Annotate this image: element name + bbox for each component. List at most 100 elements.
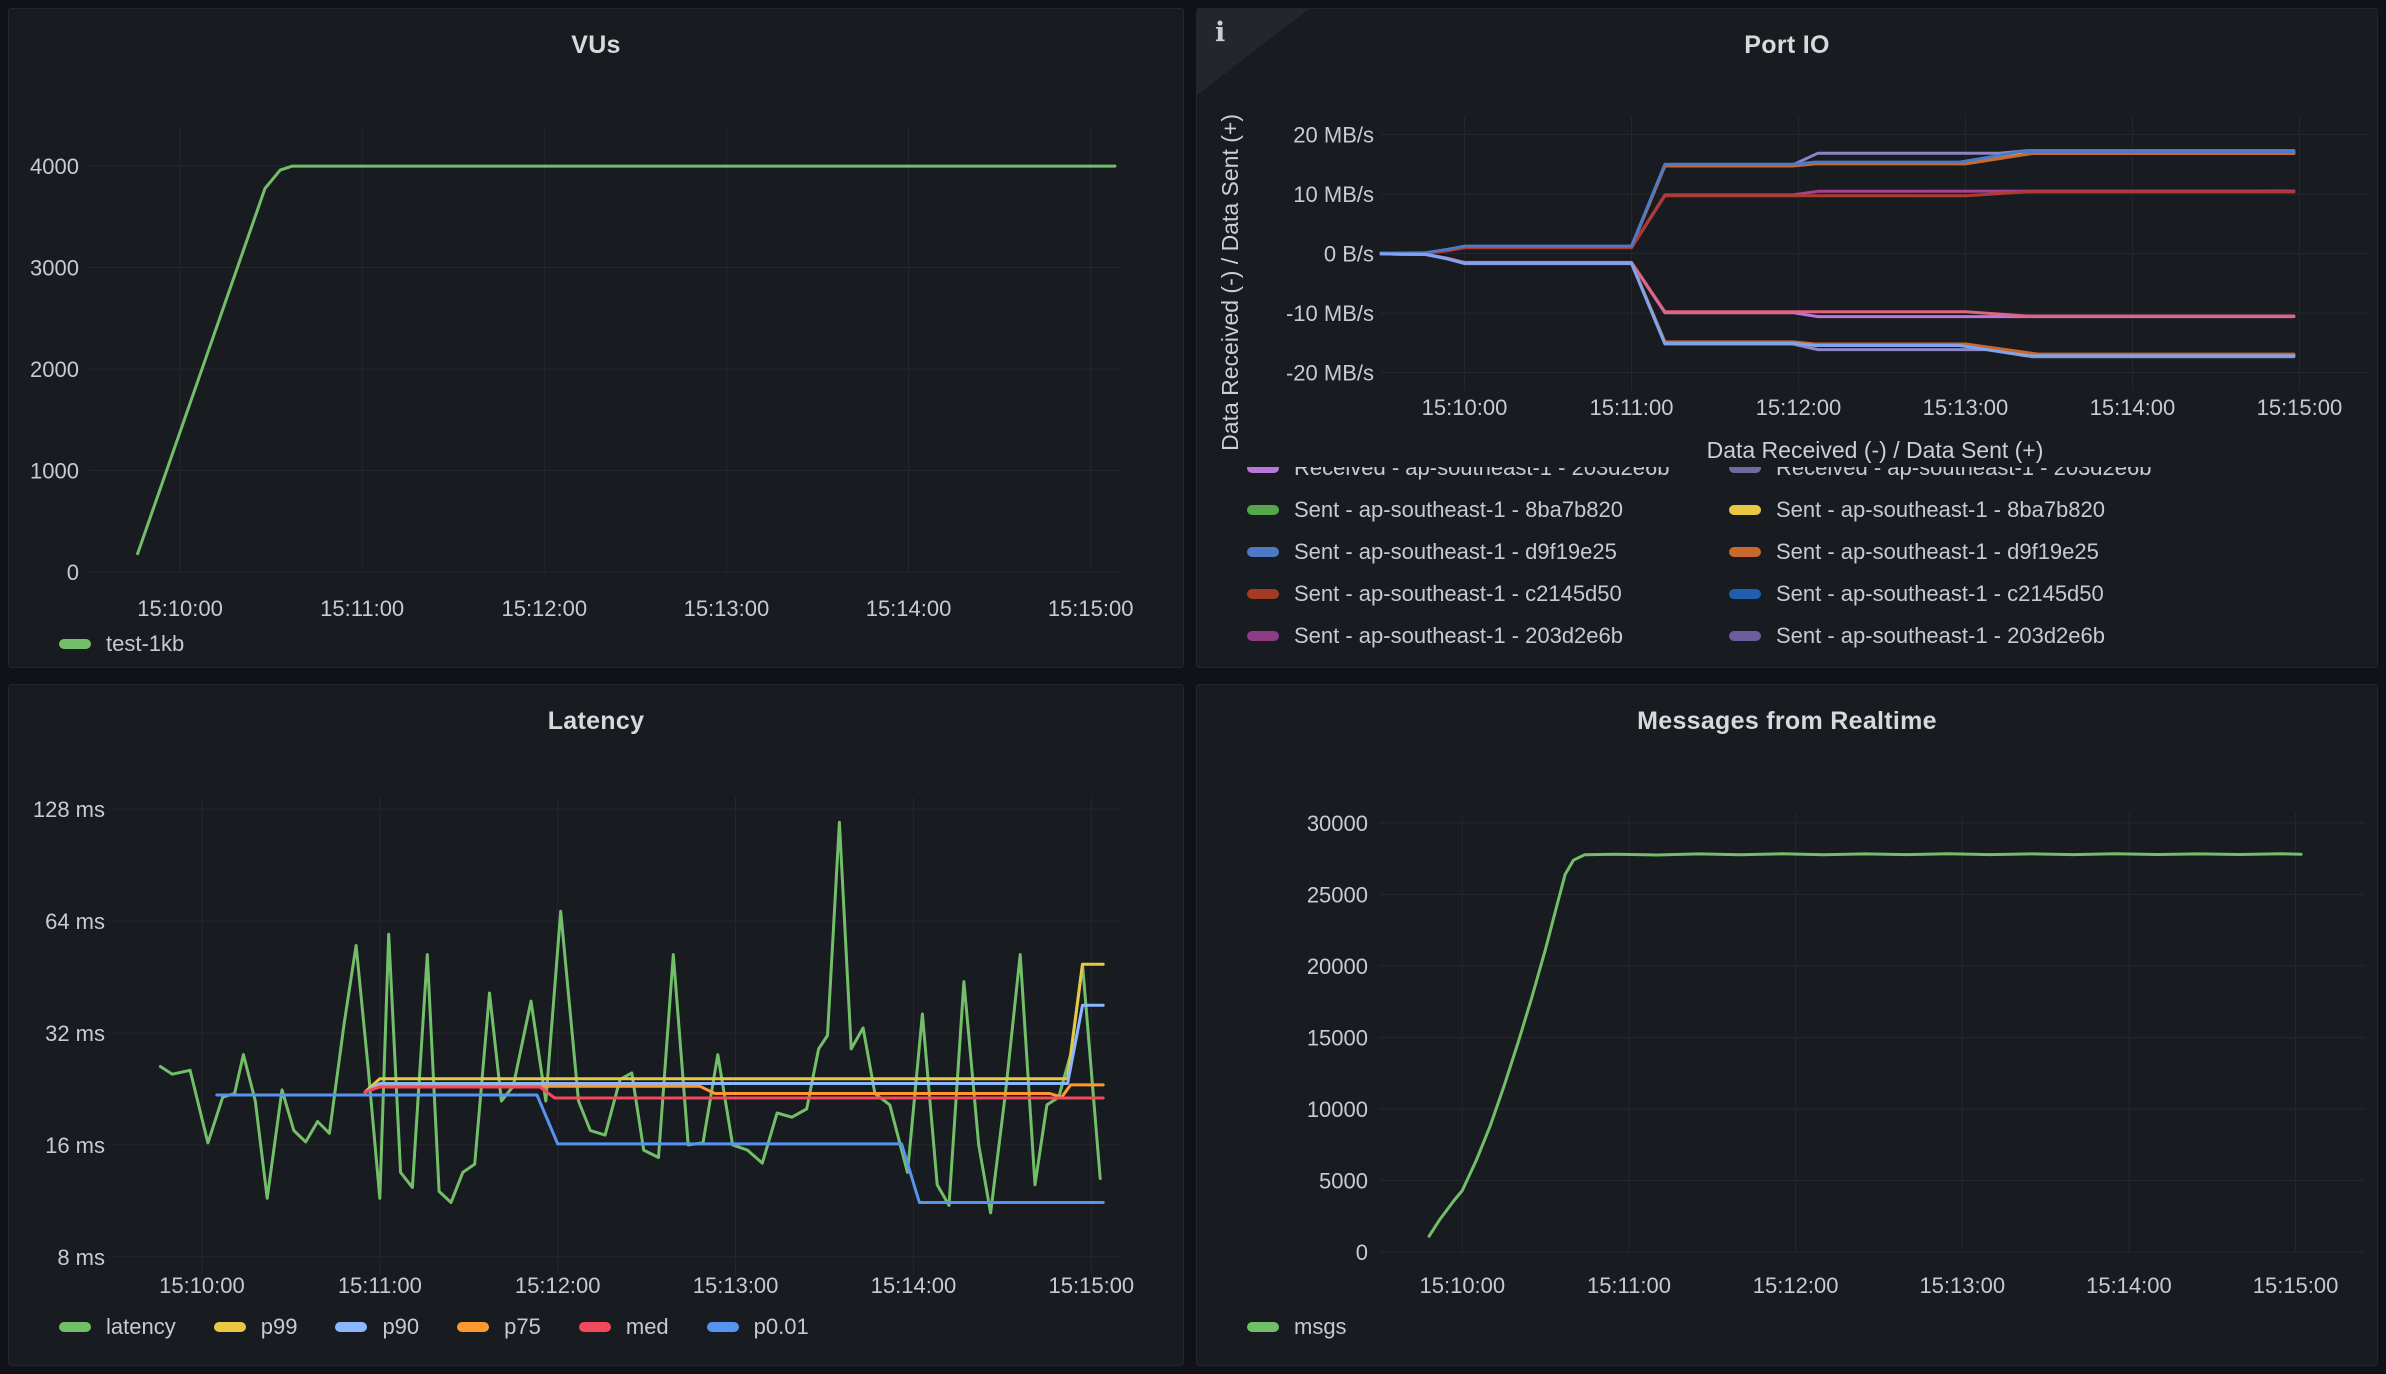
legend-item[interactable]: p99 [214,1314,298,1340]
y-axis-tick-label: 10 MB/s [1293,182,1374,207]
x-axis-tick-label: 15:15:00 [1048,596,1134,621]
x-axis-tick-label: 15:14:00 [2086,1273,2172,1298]
y-axis-tick-label: 0 [1356,1240,1368,1265]
legend-item[interactable]: msgs [1247,1314,1347,1340]
series-line-latency [160,822,1100,1213]
y-axis-tick-label: 8 ms [57,1245,105,1270]
legend-swatch [214,1322,246,1332]
legend-label: p75 [504,1314,541,1340]
legend-label: Sent - ap-southeast-1 - c2145d50 [1294,581,1622,607]
legend-item[interactable]: Sent - ap-southeast-1 - 8ba7b820 [1729,497,2357,523]
series-line-sent-magenta-positive [1381,191,2294,253]
latency-legend: latency p99 p90 p75 med p0.01 [59,1314,847,1340]
legend-label: test-1kb [106,631,184,657]
legend-swatch [579,1322,611,1332]
x-axis-tick-label: 15:11:00 [320,596,404,621]
legend-item[interactable]: Sent - ap-southeast-1 - 203d2e6b [1247,623,1729,649]
panel-port-io: i Port IO Data Received (-) / Data Sent … [1196,8,2378,668]
legend-item[interactable]: Sent - ap-southeast-1 - d9f19e25 [1729,539,2357,565]
legend-label: p90 [382,1314,419,1340]
legend-label: Sent - ap-southeast-1 - 203d2e6b [1294,623,1623,649]
legend-swatch [1247,631,1279,641]
legend-item[interactable]: p90 [335,1314,419,1340]
legend-swatch [1729,631,1761,641]
vus-legend: test-1kb [59,631,222,657]
x-axis-tick-label: 15:10:00 [137,596,223,621]
x-axis-tick-label: 15:11:00 [338,1273,422,1298]
panel-latency: Latency 8 ms16 ms32 ms64 ms128 ms15:10:0… [8,684,1184,1366]
vus-chart-canvas[interactable]: 0 1000 2000 3000 4000 15:10:00 15:11:00 15:12:0… [9,9,1183,667]
y-axis-tick-label: 64 ms [45,909,105,934]
legend-item[interactable]: Sent - ap-southeast-1 - 203d2e6b [1729,623,2357,649]
legend-item[interactable]: Received - ap-southeast-1 - 203d2e6b [1247,467,1729,481]
y-axis-tick-label: 10000 [1307,1097,1368,1122]
x-axis-tick-label: 15:10:00 [1420,1273,1506,1298]
x-axis-tick-label: 15:11:00 [1589,395,1673,420]
legend-swatch [1729,467,1761,473]
legend-label: Sent - ap-southeast-1 - 203d2e6b [1776,623,2105,649]
legend-label: Sent - ap-southeast-1 - d9f19e25 [1776,539,2099,565]
series-line-p99 [365,964,1103,1092]
y-axis-tick-label: 25000 [1307,883,1368,908]
series-line-sent-orange-negative [1381,254,2294,354]
legend-item[interactable]: med [579,1314,669,1340]
x-axis-tick-label: 15:13:00 [684,596,770,621]
y-axis-tick-label: -10 MB/s [1286,301,1374,326]
legend-item[interactable]: Received - ap-southeast-1 - 203d2e6b [1729,467,2357,481]
grafana-dashboard: { "theme":{"page_bg":"#111217","panel_bg… [0,0,2386,1374]
y-axis-tick-label: 20000 [1307,954,1368,979]
series-line-sent-red-positive [1381,192,2294,253]
legend-label: med [626,1314,669,1340]
y-axis-tick-label: -20 MB/s [1286,361,1374,386]
legend-swatch [1729,547,1761,557]
y-axis-tick-label: 16 ms [45,1133,105,1158]
y-axis-tick-label: 1000 [30,459,79,484]
legend-item[interactable]: latency [59,1314,176,1340]
legend-label: msgs [1294,1314,1347,1340]
x-axis-tick-label: 15:12:00 [1756,395,1842,420]
legend-label: p99 [261,1314,298,1340]
latency-chart-canvas[interactable]: 8 ms16 ms32 ms64 ms128 ms15:10:0015:11:0… [9,685,1183,1365]
legend-label: p0.01 [754,1314,809,1340]
legend-item[interactable]: p0.01 [707,1314,809,1340]
x-axis-tick-label: 15:15:00 [2257,395,2343,420]
messages-chart-canvas[interactable]: 05000100001500020000250003000015:10:0015… [1197,685,2377,1365]
legend-label: Sent - ap-southeast-1 - 8ba7b820 [1294,497,1623,523]
legend-swatch [59,639,91,649]
legend-item[interactable]: Sent - ap-southeast-1 - 8ba7b820 [1247,497,1729,523]
x-axis-tick-label: 15:13:00 [1923,395,2009,420]
legend-item[interactable]: Sent - ap-southeast-1 - c2145d50 [1247,581,1729,607]
legend-swatch [1247,467,1279,473]
x-axis-tick-label: 15:13:00 [1919,1273,2005,1298]
legend-swatch [59,1322,91,1332]
y-axis-tick-label: 4000 [30,154,79,179]
legend-label: Sent - ap-southeast-1 - c2145d50 [1776,581,2104,607]
legend-item[interactable]: test-1kb [59,631,184,657]
legend-swatch [457,1322,489,1332]
series-line-sent-yellow-positive [1381,153,2294,253]
legend-item[interactable]: p75 [457,1314,541,1340]
legend-swatch [1729,589,1761,599]
x-axis-tick-label: 15:10:00 [159,1273,245,1298]
legend-label: latency [106,1314,176,1340]
y-axis-tick-label: 3000 [30,256,79,281]
legend-swatch [1247,589,1279,599]
legend-item[interactable]: Sent - ap-southeast-1 - d9f19e25 [1247,539,1729,565]
y-axis-tick-label: 32 ms [45,1021,105,1046]
x-axis-tick-label: 15:12:00 [501,596,587,621]
series-line-sent-yellow-negative [1381,254,2294,355]
y-axis-tick-label: 5000 [1319,1169,1368,1194]
x-axis-tick-label: 15:15:00 [2253,1273,2339,1298]
x-axis-tick-label: 15:15:00 [1049,1273,1135,1298]
series-line-sent-slate-positive [1381,151,2294,253]
legend-label: Received - ap-southeast-1 - 203d2e6b [1294,467,1669,481]
legend-label: Sent - ap-southeast-1 - 8ba7b820 [1776,497,2105,523]
series-line-sent-blue-positive [1381,152,2294,254]
series-line-sent-orange-positive [1381,154,2294,254]
series-line-test-1kb [138,166,1115,554]
legend-swatch [707,1322,739,1332]
x-axis-tick-label: 15:12:00 [515,1273,601,1298]
y-axis-tick-label: 0 [67,560,79,585]
y-axis-tick-label: 2000 [30,357,79,382]
legend-item[interactable]: Sent - ap-southeast-1 - c2145d50 [1729,581,2357,607]
